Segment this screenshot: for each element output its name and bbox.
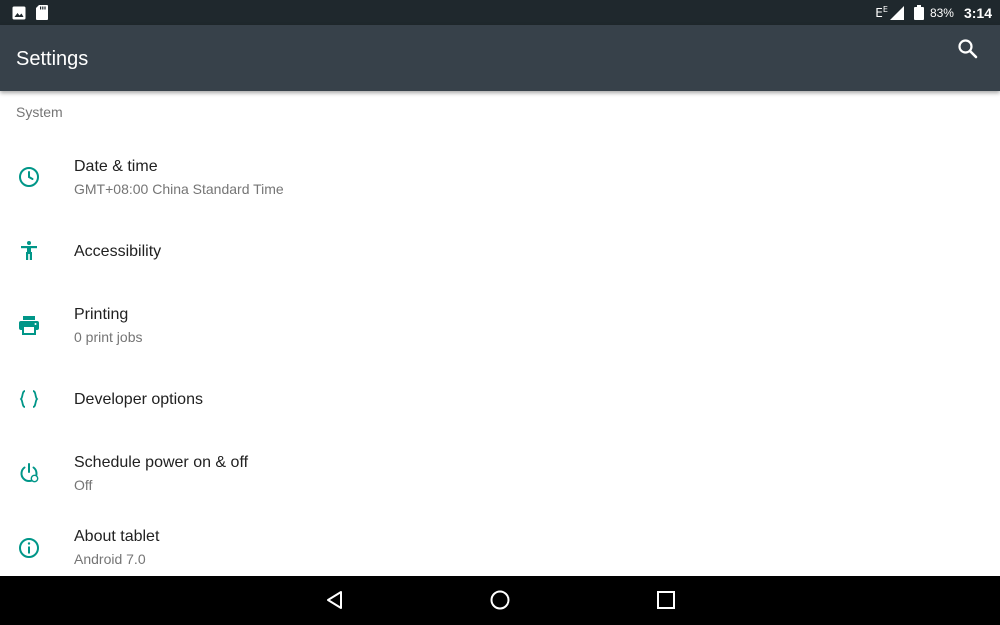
setting-item-accessibility[interactable]: Accessibility: [0, 214, 1000, 288]
setting-item-printing[interactable]: Printing 0 print jobs: [0, 288, 1000, 362]
setting-item-date-time[interactable]: Date & time GMT+08:00 China Standard Tim…: [0, 140, 1000, 214]
clock-icon: [19, 167, 39, 187]
setting-item-summary: Android 7.0: [74, 551, 146, 567]
schedule-power-icon: [20, 463, 39, 483]
setting-item-title: Schedule power on & off: [74, 454, 249, 471]
back-icon: [327, 591, 342, 609]
notification-icons: [12, 4, 48, 21]
setting-item-summary: Off: [74, 477, 93, 493]
page-title: Settings: [16, 48, 89, 70]
search-icon: [958, 39, 978, 59]
setting-item-title: Date & time: [74, 158, 158, 175]
recents-button[interactable]: [654, 588, 678, 612]
signal-icon: [889, 5, 904, 20]
search-button[interactable]: [956, 37, 980, 61]
battery-percent: 83%: [929, 5, 954, 20]
setting-item-title: Developer options: [74, 391, 203, 408]
accessibility-icon: [21, 241, 37, 260]
settings-list: System Date & time GMT+08:00 China Stand…: [0, 91, 1000, 576]
setting-item-title: Accessibility: [74, 243, 162, 260]
image-notification-icon: [12, 6, 26, 19]
status-bar: EE 83% 3:14: [0, 0, 1000, 25]
setting-item-developer-options[interactable]: Developer options: [0, 362, 1000, 436]
back-button[interactable]: [323, 588, 347, 612]
info-icon: [19, 538, 39, 558]
setting-item-title: Printing: [74, 306, 129, 323]
setting-item-title: About tablet: [74, 528, 160, 545]
battery-icon: [913, 5, 924, 20]
system-status: EE 83% 3:14: [875, 0, 992, 25]
section-header: System: [16, 104, 63, 120]
status-clock: 3:14: [963, 4, 992, 21]
recents-icon: [657, 591, 675, 609]
home-button[interactable]: [488, 588, 512, 612]
sd-card-icon: [36, 5, 48, 20]
setting-item-about-tablet[interactable]: About tablet Android 7.0: [0, 510, 1000, 576]
network-type-label: EE: [875, 4, 888, 20]
app-bar: Settings: [0, 25, 1000, 91]
navigation-bar: [0, 576, 1000, 625]
setting-item-summary: GMT+08:00 China Standard Time: [74, 181, 284, 197]
braces-icon: [19, 390, 39, 408]
setting-item-schedule-power[interactable]: Schedule power on & off Off: [0, 436, 1000, 510]
printer-icon: [19, 316, 39, 335]
home-icon: [490, 590, 510, 610]
setting-item-summary: 0 print jobs: [74, 329, 143, 345]
